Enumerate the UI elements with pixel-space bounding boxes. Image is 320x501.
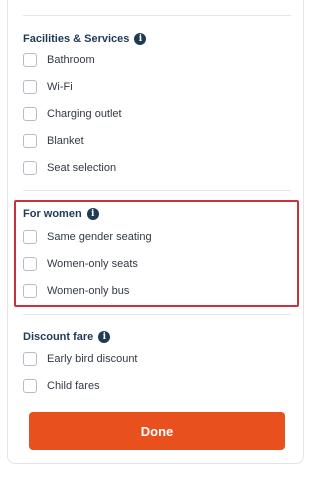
checkbox[interactable]: [23, 80, 37, 94]
checkbox[interactable]: [23, 161, 37, 175]
filter-option-blanket[interactable]: Blanket: [23, 132, 84, 150]
option-label: Women-only seats: [47, 258, 138, 270]
info-icon[interactable]: i: [86, 208, 99, 220]
checkbox[interactable]: [23, 379, 37, 393]
checkbox[interactable]: [23, 230, 37, 244]
divider: [23, 15, 291, 16]
checkbox[interactable]: [23, 107, 37, 121]
info-icon[interactable]: i: [98, 331, 111, 343]
facilities-title-text: Facilities & Services: [23, 33, 130, 45]
filter-option-same-gender-seating[interactable]: Same gender seating: [23, 228, 152, 246]
option-label: Same gender seating: [47, 231, 152, 243]
discount-fare-title-text: Discount fare: [23, 331, 94, 343]
option-label: Wi-Fi: [47, 81, 73, 93]
option-label: Early bird discount: [47, 353, 138, 365]
filter-option-bathroom[interactable]: Bathroom: [23, 51, 95, 69]
option-label: Bathroom: [47, 54, 95, 66]
filter-option-women-only-bus[interactable]: Women-only bus: [23, 282, 129, 300]
checkbox[interactable]: [23, 134, 37, 148]
filter-option-seat-selection[interactable]: Seat selection: [23, 159, 116, 177]
option-label: Blanket: [47, 135, 84, 147]
divider: [23, 314, 291, 315]
filter-option-wifi[interactable]: Wi-Fi: [23, 78, 73, 96]
checkbox[interactable]: [23, 352, 37, 366]
facilities-section-title: Facilities & Services i: [23, 31, 147, 47]
discount-fare-section-title: Discount fare i: [23, 329, 111, 345]
checkbox[interactable]: [23, 284, 37, 298]
for-women-title-text: For women: [23, 208, 82, 220]
option-label: Seat selection: [47, 162, 117, 174]
filter-option-women-only-seats[interactable]: Women-only seats: [23, 255, 138, 273]
checkbox[interactable]: [23, 257, 37, 271]
option-label: Charging outlet: [47, 108, 122, 120]
filter-option-charging-outlet[interactable]: Charging outlet: [23, 105, 122, 123]
info-icon[interactable]: i: [134, 33, 147, 45]
filter-option-early-bird-discount[interactable]: Early bird discount: [23, 350, 138, 368]
filter-option-child-fares[interactable]: Child fares: [23, 377, 100, 395]
divider: [23, 190, 291, 191]
option-label: Child fares: [47, 380, 100, 392]
for-women-section-title: For women i: [23, 206, 99, 222]
done-button[interactable]: Done: [29, 412, 285, 450]
checkbox[interactable]: [23, 53, 37, 67]
option-label: Women-only bus: [47, 285, 130, 297]
